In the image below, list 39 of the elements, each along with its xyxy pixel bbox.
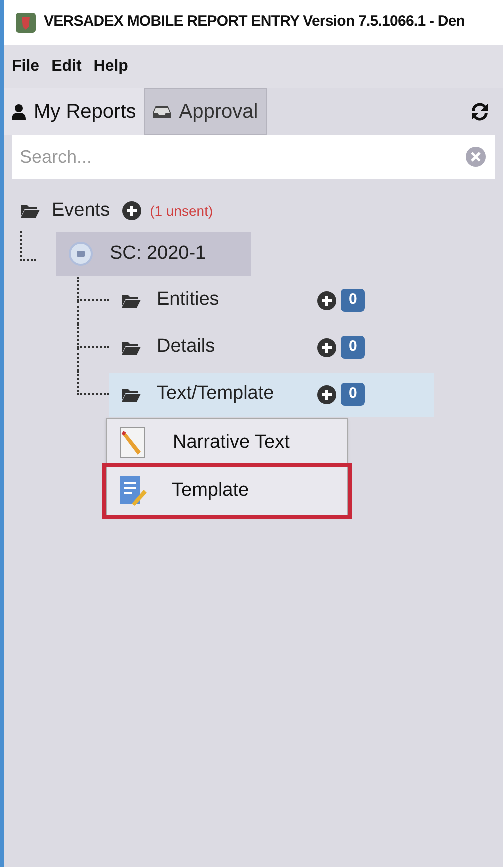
tree-connector <box>77 277 109 301</box>
inbox-icon <box>153 104 172 118</box>
add-icon[interactable] <box>317 290 337 310</box>
user-icon <box>12 104 26 120</box>
menu-entry[interactable]: Narrative Text <box>107 419 347 467</box>
menu-item[interactable]: Help <box>94 54 128 78</box>
tree-label: Entities <box>157 288 220 312</box>
tab[interactable]: Approval <box>144 88 268 135</box>
tree-label: SC: 2020-1 <box>110 242 206 266</box>
tree-connector <box>20 231 36 261</box>
tree-node[interactable]: Entities 0 <box>109 278 434 322</box>
tab[interactable]: My Reports <box>4 88 144 135</box>
app-logo-icon <box>16 12 36 32</box>
tree-label: Details <box>157 335 216 360</box>
menu-entry[interactable]: Template <box>106 467 348 515</box>
add-icon[interactable] <box>122 201 142 221</box>
window-title: VERSADEX MOBILE REPORT ENTRY Version 7.5.1066.1 - Den <box>44 12 466 32</box>
count-badge: 0 <box>341 336 366 359</box>
tree-node[interactable]: Details 0 <box>109 326 434 370</box>
unsent-note: (1 unsent) <box>150 202 214 221</box>
add-icon[interactable] <box>317 384 337 404</box>
tree-node[interactable]: Text/Template 0 <box>109 372 434 416</box>
folder-icon <box>121 292 141 308</box>
menu-item[interactable]: File <box>12 54 40 78</box>
tree-connector <box>77 324 109 348</box>
folder-icon <box>121 386 141 402</box>
count-badge: 0 <box>341 289 366 312</box>
add-icon[interactable] <box>317 338 337 358</box>
folder-icon <box>121 340 141 356</box>
tree-label[interactable]: Events <box>52 196 110 226</box>
search-field[interactable]: Search... <box>12 135 495 179</box>
refresh-icon[interactable] <box>469 100 491 122</box>
report-icon <box>68 241 94 267</box>
menu-item[interactable]: Edit <box>52 54 82 78</box>
tree-label: Text/Template <box>157 382 276 406</box>
tree-node[interactable]: SC: 2020-1 <box>56 232 251 276</box>
count-badge: 0 <box>341 383 366 406</box>
form-icon <box>118 474 148 508</box>
folder-icon <box>20 203 40 219</box>
